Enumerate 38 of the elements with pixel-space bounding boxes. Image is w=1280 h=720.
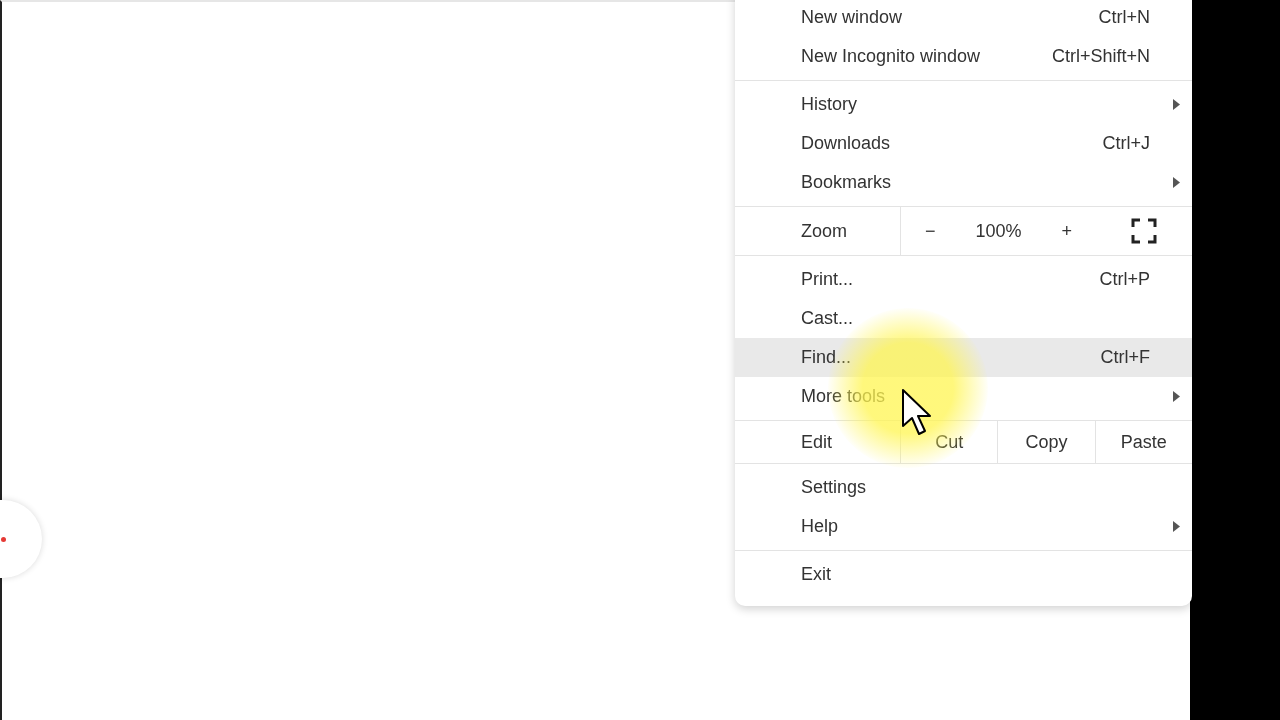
zoom-in-button[interactable]: + bbox=[1053, 217, 1080, 245]
menu-item-label: Help bbox=[801, 515, 839, 538]
shortcut-label: Ctrl+N bbox=[1098, 6, 1150, 29]
dot-icon bbox=[1, 537, 6, 542]
menu-item-label: Bookmarks bbox=[801, 171, 892, 194]
fullscreen-icon bbox=[1131, 218, 1157, 244]
menu-item-label: More tools bbox=[801, 385, 886, 408]
shortcut-label: Ctrl+Shift+N bbox=[1051, 45, 1150, 68]
edit-button[interactable]: Paste bbox=[1094, 421, 1192, 463]
zoom-out-button[interactable]: − bbox=[917, 217, 944, 245]
menu-item[interactable]: More tools bbox=[735, 377, 1192, 416]
menu-item-label: History bbox=[801, 93, 857, 116]
menu-item[interactable]: Settings bbox=[735, 468, 1192, 507]
menu-item-label: Settings bbox=[801, 476, 867, 499]
menu-item[interactable]: Print... Ctrl+P bbox=[735, 260, 1192, 299]
shortcut-label: Ctrl+J bbox=[1102, 132, 1150, 155]
menu-item-label: Edit bbox=[801, 430, 833, 454]
menu-item-label: Find... bbox=[801, 346, 852, 369]
menu-item[interactable]: Cast... bbox=[735, 299, 1192, 338]
menu-item-label: Zoom bbox=[801, 219, 847, 243]
shortcut-label: Ctrl+P bbox=[1099, 268, 1150, 291]
menu-item-label: Downloads bbox=[801, 132, 891, 155]
menu-item-label: Cast... bbox=[801, 307, 853, 330]
menu-item[interactable]: Bookmarks bbox=[735, 163, 1192, 202]
menu-item[interactable]: Help bbox=[735, 507, 1192, 546]
menu-item-label: Exit bbox=[801, 563, 831, 586]
shortcut-label: Ctrl+F bbox=[1100, 346, 1150, 369]
zoom-level: 100% bbox=[975, 219, 1022, 243]
menu-item-label: New Incognito window bbox=[801, 45, 981, 68]
menu-item[interactable]: Find... Ctrl+F bbox=[735, 338, 1192, 377]
menu-item-label: Print... bbox=[801, 268, 853, 291]
menu-item[interactable]: Downloads Ctrl+J bbox=[735, 124, 1192, 163]
menu-item-label: New window bbox=[801, 6, 903, 29]
edit-button[interactable]: Copy bbox=[997, 421, 1095, 463]
menu-item[interactable]: New Incognito window Ctrl+Shift+N bbox=[735, 37, 1192, 76]
menu-item[interactable]: History bbox=[735, 85, 1192, 124]
menu-item[interactable]: New window Ctrl+N bbox=[735, 0, 1192, 37]
menu-item[interactable]: Exit bbox=[735, 555, 1192, 594]
